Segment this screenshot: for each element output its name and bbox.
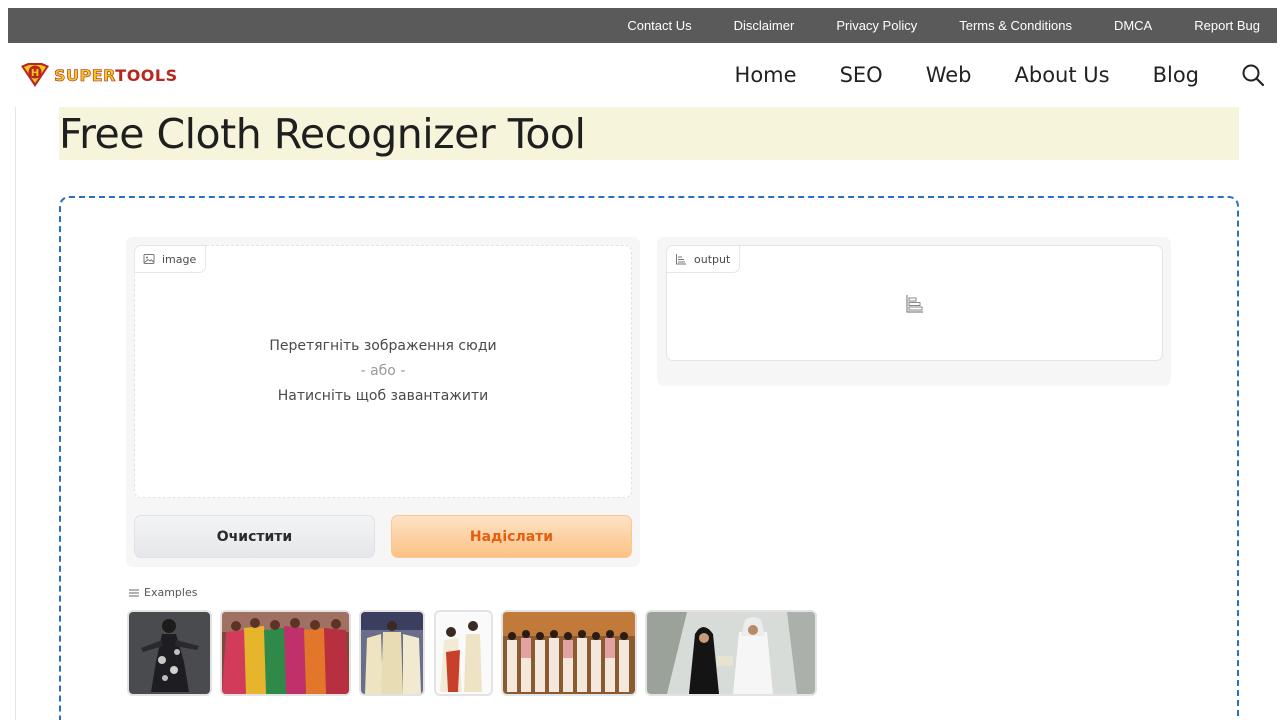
output-label-text: output — [694, 252, 731, 266]
top-utility-bar: Contact Us Disclaimer Privacy Policy Ter… — [8, 8, 1277, 43]
output-box: output — [666, 245, 1163, 361]
site-logo[interactable]: H SUPERTOOLS — [20, 61, 178, 89]
example-thumbnail-2[interactable] — [220, 610, 351, 696]
dmca-link[interactable]: DMCA — [1114, 18, 1152, 33]
submit-button[interactable]: Надіслати — [391, 515, 632, 558]
example-thumbnail-5[interactable] — [501, 610, 637, 696]
nav-blog[interactable]: Blog — [1153, 63, 1199, 87]
svg-text:H: H — [31, 68, 39, 79]
nav-about-us[interactable]: About Us — [1015, 63, 1110, 87]
list-icon — [129, 589, 139, 596]
nav-home[interactable]: Home — [735, 63, 797, 87]
disclaimer-link[interactable]: Disclaimer — [734, 18, 795, 33]
contact-us-link[interactable]: Contact Us — [627, 18, 691, 33]
nav-seo[interactable]: SEO — [840, 63, 883, 87]
click-upload-instruction: Натисніть щоб завантажити — [277, 388, 489, 404]
examples-heading: Examples — [129, 586, 197, 599]
content-left-border — [15, 107, 16, 720]
logo-text-tools: TOOLS — [115, 65, 178, 85]
main-nav: Home SEO Web About Us Blog — [692, 43, 1277, 107]
examples-label-text: Examples — [144, 586, 198, 599]
utility-links: Contact Us Disclaimer Privacy Policy Ter… — [585, 8, 1277, 43]
privacy-policy-link[interactable]: Privacy Policy — [836, 18, 917, 33]
report-bug-link[interactable]: Report Bug — [1194, 18, 1260, 33]
example-thumbnail-3[interactable] — [359, 610, 425, 696]
output-label: output — [666, 245, 741, 273]
drop-instruction: Перетягніть зображення сюди — [269, 338, 497, 354]
image-label-text: image — [162, 252, 197, 266]
image-dropzone[interactable]: image Перетягніть зображення сюди - або … — [134, 245, 632, 498]
page-title: Free Cloth Recognizer Tool — [59, 110, 586, 158]
or-separator: - або - — [360, 363, 406, 379]
example-thumbnail-4[interactable] — [434, 610, 493, 696]
nav-web[interactable]: Web — [926, 63, 972, 87]
image-label: image — [134, 245, 207, 273]
terms-conditions-link[interactable]: Terms & Conditions — [959, 18, 1072, 33]
example-thumbnail-6[interactable] — [645, 610, 817, 696]
output-placeholder-icon — [906, 295, 923, 313]
clear-button[interactable]: Очистити — [134, 515, 375, 558]
example-thumbnail-1[interactable] — [127, 610, 212, 696]
image-icon — [143, 254, 155, 264]
logo-wordmark: SUPERTOOLS — [54, 65, 178, 85]
logo-text-super: SUPER — [54, 65, 116, 85]
bar-chart-icon — [676, 254, 686, 265]
site-header: H SUPERTOOLS Home SEO Web About Us Blog — [8, 43, 1277, 107]
search-icon[interactable] — [1241, 63, 1265, 87]
shield-logo-icon: H — [21, 63, 49, 87]
